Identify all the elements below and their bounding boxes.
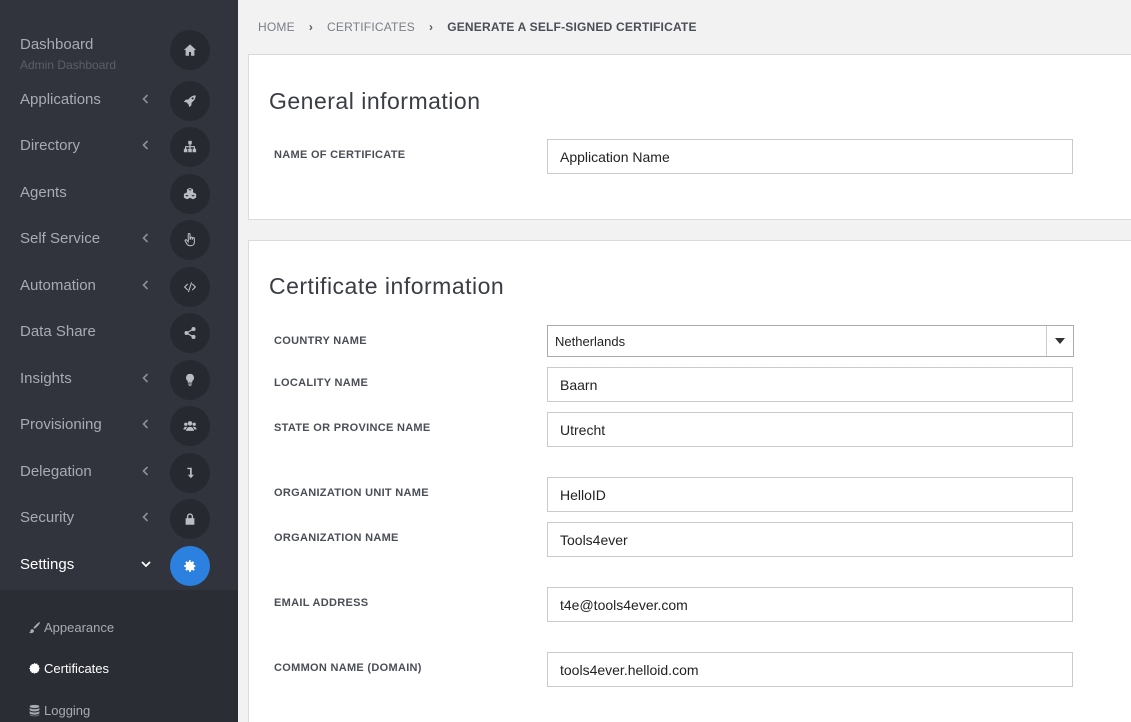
sidebar-item-label: Applications: [20, 91, 101, 108]
locality-name-label: LOCALITY NAME: [274, 377, 369, 389]
submenu-item-label: Certificates: [44, 660, 110, 676]
submenu-item-label: Logging: [44, 702, 91, 718]
cubes-icon: [170, 174, 210, 214]
sidebar-item-label: Directory: [20, 137, 81, 154]
sidebar-item-label: Self Service: [20, 230, 101, 247]
submenu-item-logging[interactable]: Logging: [28, 700, 90, 720]
chevron-left-icon: [139, 92, 153, 106]
sidebar-item-data-share[interactable]: Data Share: [0, 310, 238, 356]
sidebar-item-label: Data Share: [20, 323, 96, 340]
breadcrumb-current: GENERATE A SELF-SIGNED CERTIFICATE: [447, 20, 697, 34]
common-name-input[interactable]: [547, 652, 1073, 687]
sidebar-item-self-service[interactable]: Self Service: [0, 217, 238, 263]
state-province-label: STATE OR PROVINCE NAME: [274, 422, 431, 434]
country-name-select[interactable]: Netherlands: [547, 325, 1074, 357]
sidebar-item-security[interactable]: Security: [0, 496, 238, 542]
lightbulb-icon: [170, 360, 210, 400]
sidebar-item-label: Agents: [20, 184, 67, 201]
sidebar: Dashboard Admin Dashboard Applications D…: [0, 0, 238, 722]
chevron-left-icon: [139, 371, 153, 385]
chevron-right-icon: ›: [308, 20, 314, 34]
sidebar-item-agents[interactable]: Agents: [0, 171, 238, 217]
certificate-name-input[interactable]: [547, 139, 1073, 174]
breadcrumb: HOME › CERTIFICATES › GENERATE A SELF-SI…: [258, 19, 697, 35]
sitemap-icon: [170, 127, 210, 167]
chevron-left-icon: [139, 231, 153, 245]
share-icon: [170, 313, 210, 353]
sidebar-item-insights[interactable]: Insights: [0, 357, 238, 403]
dropdown-arrow-icon[interactable]: [1046, 326, 1073, 356]
sidebar-item-label: Insights: [20, 370, 72, 387]
database-icon: [28, 704, 41, 717]
chevron-left-icon: [139, 510, 153, 524]
rocket-icon: [170, 81, 210, 121]
brush-icon: [28, 621, 41, 634]
panel-title: General information: [269, 88, 481, 114]
panel-title: Certificate information: [269, 273, 505, 299]
sidebar-item-applications[interactable]: Applications: [0, 78, 238, 124]
settings-submenu: Appearance Certificates Logging: [0, 590, 238, 722]
submenu-item-certificates[interactable]: Certificates: [28, 658, 109, 678]
common-name-label: COMMON NAME (DOMAIN): [274, 662, 422, 674]
sidebar-item-label: Delegation: [20, 463, 92, 480]
organization-name-input[interactable]: [547, 522, 1073, 557]
country-name-value: Netherlands: [555, 334, 626, 349]
sidebar-item-label: Security: [20, 509, 75, 526]
breadcrumb-home[interactable]: HOME: [258, 20, 295, 34]
gear-icon: [170, 546, 210, 586]
sidebar-item-settings[interactable]: Settings: [0, 543, 238, 589]
sidebar-item-label: Automation: [20, 277, 96, 294]
arrow-down-icon: [170, 453, 210, 493]
submenu-item-appearance[interactable]: Appearance: [28, 617, 114, 637]
chevron-down-icon: [139, 557, 153, 571]
organization-name-label: ORGANIZATION NAME: [274, 532, 399, 544]
lock-icon: [170, 499, 210, 539]
breadcrumb-certificates[interactable]: CERTIFICATES: [327, 20, 415, 34]
country-name-label: COUNTRY NAME: [274, 335, 367, 347]
sidebar-item-label: Dashboard: [20, 36, 94, 53]
sidebar-item-provisioning[interactable]: Provisioning: [0, 403, 238, 449]
chevron-left-icon: [139, 138, 153, 152]
code-icon: [170, 267, 210, 307]
sidebar-item-label: Provisioning: [20, 416, 102, 433]
sidebar-item-delegation[interactable]: Delegation: [0, 450, 238, 496]
sidebar-item-sublabel: Admin Dashboard: [20, 58, 117, 72]
sidebar-item-dashboard[interactable]: Dashboard Admin Dashboard: [0, 28, 238, 74]
general-information-panel: General information: [248, 54, 1131, 220]
users-icon: [170, 406, 210, 446]
home-icon: [170, 30, 210, 70]
chevron-right-icon: ›: [428, 20, 434, 34]
sidebar-item-directory[interactable]: Directory: [0, 124, 238, 170]
sidebar-item-automation[interactable]: Automation: [0, 264, 238, 310]
email-address-label: EMAIL ADDRESS: [274, 597, 369, 609]
chevron-left-icon: [139, 278, 153, 292]
certificate-icon: [28, 662, 41, 675]
sidebar-item-label: Settings: [20, 556, 75, 573]
state-province-input[interactable]: [547, 412, 1073, 447]
organization-unit-input[interactable]: [547, 477, 1073, 512]
locality-name-input[interactable]: [547, 367, 1073, 402]
chevron-left-icon: [139, 464, 153, 478]
email-address-input[interactable]: [547, 587, 1073, 622]
certificate-name-label: NAME OF CERTIFICATE: [274, 149, 406, 161]
organization-unit-label: ORGANIZATION UNIT NAME: [274, 487, 429, 499]
submenu-item-label: Appearance: [44, 619, 115, 635]
pointer-hand-icon: [170, 220, 210, 260]
chevron-left-icon: [139, 417, 153, 431]
